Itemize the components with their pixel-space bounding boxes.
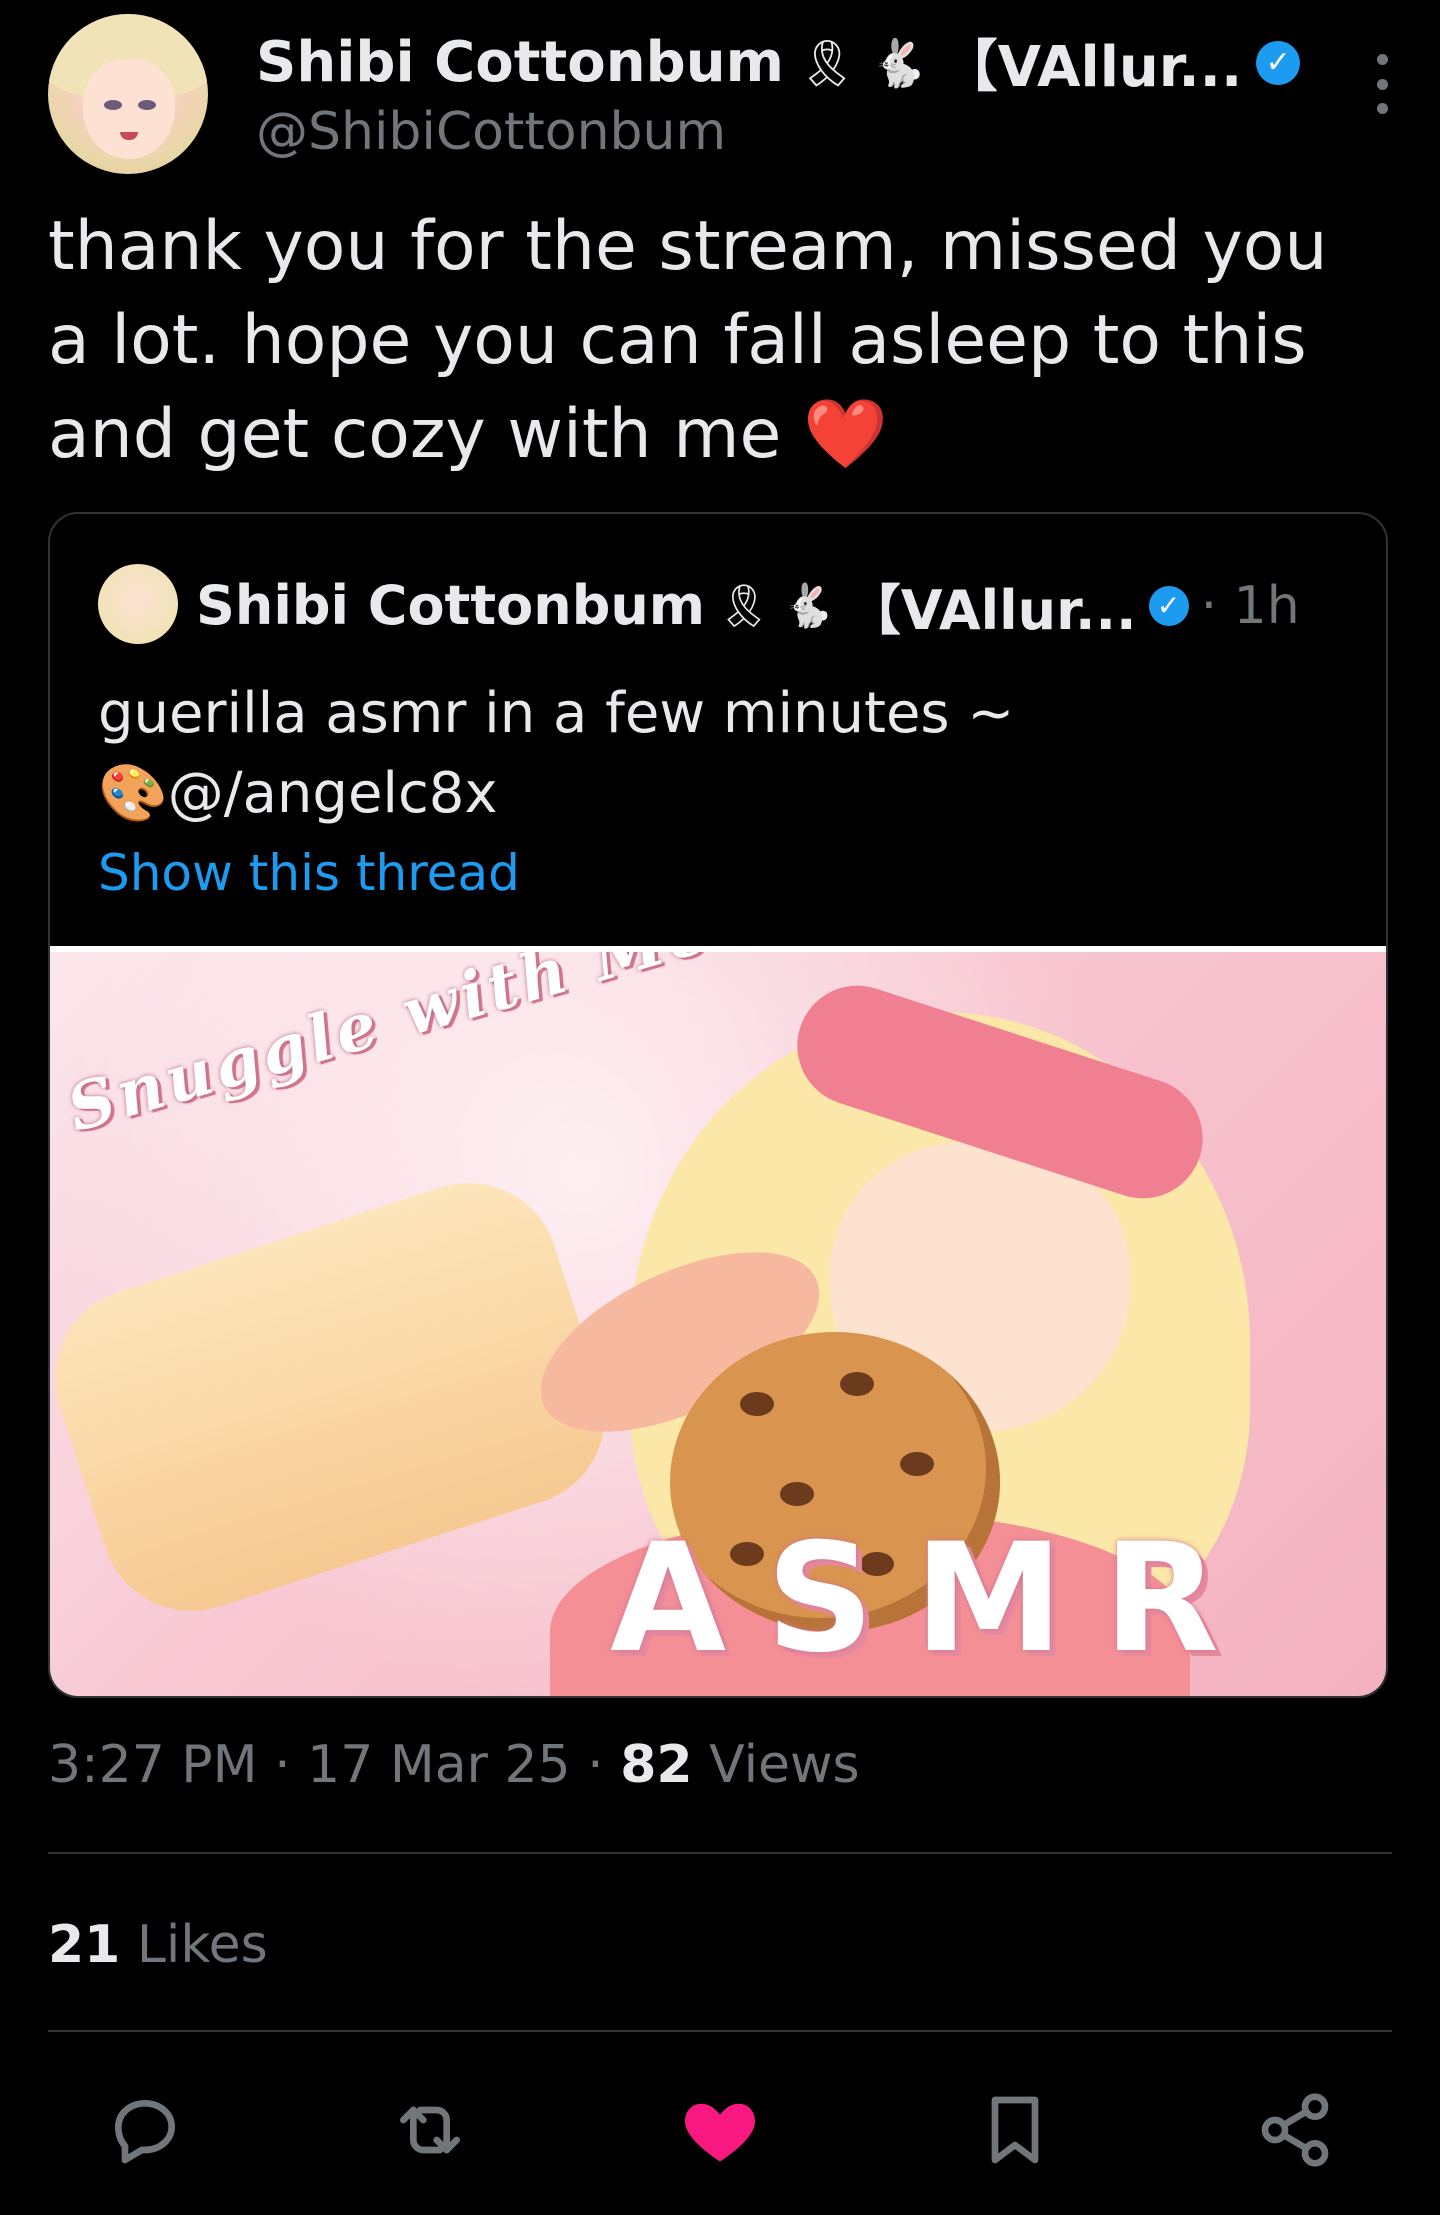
quoted-media-image[interactable]: Snuggle with Me ASMR xyxy=(50,946,1386,1696)
post-meta: 3:27 PM · 17 Mar 25 · 82 Views xyxy=(48,1735,860,1795)
quoted-post-time: · 1h xyxy=(1200,575,1300,636)
bookmark-icon xyxy=(991,2096,1039,2164)
post-time[interactable]: 3:27 PM xyxy=(48,1735,258,1795)
quoted-author-row: Shibi Cottonbum 🎗 🐇 【VAllur... ✓ · 1h xyxy=(196,566,1300,645)
tweet-detail-page: Shibi Cottonbum 🎗 🐇 【VAllur... ✓ @ShibiC… xyxy=(0,0,1440,2215)
show-thread-link[interactable]: Show this thread xyxy=(98,844,520,902)
post-text: thank you for the stream, missed you a l… xyxy=(48,200,1388,482)
quoted-rabbit-emoji: 🐇 xyxy=(782,580,835,630)
likes-label: Likes xyxy=(136,1915,268,1975)
ribbon-emoji: 🎗 xyxy=(797,35,857,90)
repost-icon xyxy=(400,2106,460,2154)
quoted-author-name-suffix: 【VAllur... xyxy=(846,579,1137,642)
bookmark-button[interactable] xyxy=(970,2085,1060,2175)
author-name-row[interactable]: Shibi Cottonbum 🎗 🐇 【VAllur... ✓ xyxy=(256,22,1301,103)
quoted-text-line-1: guerilla asmr in a few minutes ~ xyxy=(98,681,1015,746)
meta-separator: · xyxy=(274,1735,291,1795)
divider xyxy=(48,1852,1392,1854)
quoted-post-text: guerilla asmr in a few minutes ~ 🎨@/ange… xyxy=(98,674,1338,834)
meta-separator: · xyxy=(587,1735,604,1795)
post-date[interactable]: 17 Mar 25 xyxy=(307,1735,571,1795)
reply-button[interactable] xyxy=(100,2085,190,2175)
more-options-icon[interactable] xyxy=(1372,54,1392,114)
repost-button[interactable] xyxy=(385,2085,475,2175)
action-bar xyxy=(100,2085,1340,2175)
views-label: Views xyxy=(709,1735,860,1795)
like-button[interactable] xyxy=(675,2085,765,2175)
divider xyxy=(48,2030,1392,2032)
likes-summary[interactable]: 21 Likes xyxy=(48,1915,268,1975)
heart-emoji: ❤️ xyxy=(802,395,888,474)
share-icon xyxy=(1261,2093,1329,2167)
author-display-name[interactable]: Shibi Cottonbum xyxy=(256,30,784,95)
post-header: Shibi Cottonbum 🎗 🐇 【VAllur... ✓ @ShibiC… xyxy=(48,14,1392,174)
quoted-author-avatar xyxy=(98,564,178,644)
author-avatar[interactable] xyxy=(48,14,208,174)
quoted-text-line-2: 🎨@/angelc8x xyxy=(98,761,498,826)
likes-count: 21 xyxy=(48,1915,121,1975)
rabbit-emoji: 🐇 xyxy=(870,35,928,90)
verified-badge-icon: ✓ xyxy=(1256,40,1301,85)
author-name-suffix: 【VAllur... xyxy=(941,35,1243,100)
views-count: 82 xyxy=(620,1735,693,1795)
share-button[interactable] xyxy=(1250,2085,1340,2175)
like-icon xyxy=(684,2103,756,2162)
thumbnail-asmr-text: ASMR xyxy=(610,1512,1259,1686)
quoted-verified-badge-icon: ✓ xyxy=(1148,585,1189,626)
quoted-post-card[interactable]: Shibi Cottonbum 🎗 🐇 【VAllur... ✓ · 1h gu… xyxy=(48,512,1388,1698)
quoted-author-name: Shibi Cottonbum xyxy=(196,574,706,637)
post-text-body: thank you for the stream, missed you a l… xyxy=(48,207,1328,474)
author-handle[interactable]: @ShibiCottonbum xyxy=(256,102,726,162)
quoted-ribbon-emoji: 🎗 xyxy=(717,580,771,630)
reply-icon xyxy=(115,2100,176,2164)
